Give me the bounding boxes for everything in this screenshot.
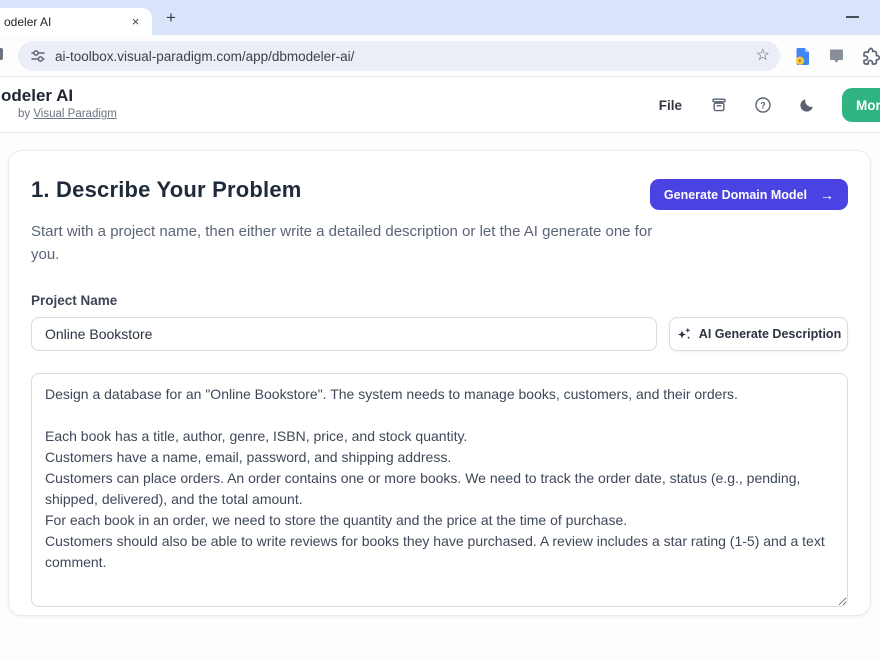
- project-name-input[interactable]: [31, 317, 657, 351]
- project-name-label: Project Name: [31, 293, 848, 308]
- header-actions: File ? More: [659, 77, 880, 133]
- more-button[interactable]: More: [842, 88, 880, 122]
- sparkles-icon: [676, 326, 692, 342]
- card-header-row: 1. Describe Your Problem Generate Domain…: [31, 177, 848, 210]
- archive-icon[interactable]: [710, 96, 728, 114]
- generate-button-label: Generate Domain Model: [664, 188, 807, 202]
- problem-description-textarea[interactable]: Design a database for an "Online Booksto…: [31, 373, 848, 607]
- tab-close-icon[interactable]: ×: [127, 13, 144, 30]
- page-body: 1. Describe Your Problem Generate Domain…: [0, 133, 880, 660]
- help-icon[interactable]: ?: [754, 96, 772, 114]
- browser-tab[interactable]: odeler AI ×: [0, 8, 152, 35]
- byline-prefix: by: [18, 108, 33, 120]
- new-tab-button[interactable]: +: [161, 8, 181, 28]
- ai-generate-label: AI Generate Description: [699, 327, 841, 341]
- app-byline: by Visual Paradigm: [18, 108, 117, 120]
- visual-paradigm-link[interactable]: Visual Paradigm: [33, 108, 117, 120]
- app-header: odeler AI by Visual Paradigm File ? More: [0, 77, 880, 133]
- arrow-right-icon: →: [820, 187, 834, 203]
- ai-generate-description-button[interactable]: AI Generate Description: [669, 317, 848, 351]
- svg-text:?: ?: [760, 100, 766, 110]
- app-title: odeler AI: [1, 86, 73, 106]
- file-menu-button[interactable]: File: [659, 98, 682, 113]
- window-minimize-button[interactable]: [846, 16, 859, 18]
- tab-title: odeler AI: [4, 15, 127, 29]
- project-name-row: AI Generate Description: [31, 317, 848, 351]
- docs-extension-icon[interactable]: [794, 47, 812, 66]
- describe-problem-card: 1. Describe Your Problem Generate Domain…: [8, 150, 871, 616]
- url-text[interactable]: ai-toolbox.visual-paradigm.com/app/dbmod…: [55, 49, 756, 64]
- site-settings-icon[interactable]: [30, 48, 46, 64]
- extensions-puzzle-icon[interactable]: [861, 47, 880, 66]
- bookmark-star-icon[interactable]: ☆: [756, 48, 770, 64]
- generate-domain-model-button[interactable]: Generate Domain Model →: [650, 179, 848, 210]
- extension-icons: [788, 35, 880, 77]
- address-bar[interactable]: ai-toolbox.visual-paradigm.com/app/dbmod…: [18, 41, 780, 71]
- browser-tab-strip: odeler AI × +: [0, 0, 880, 35]
- gray-extension-icon[interactable]: [829, 48, 844, 64]
- clipped-toolbar-icon: [0, 48, 3, 60]
- browser-toolbar: ai-toolbox.visual-paradigm.com/app/dbmod…: [0, 35, 880, 77]
- dark-mode-moon-icon[interactable]: [798, 96, 816, 114]
- section-title: 1. Describe Your Problem: [31, 177, 302, 203]
- section-subtitle: Start with a project name, then either w…: [31, 221, 671, 266]
